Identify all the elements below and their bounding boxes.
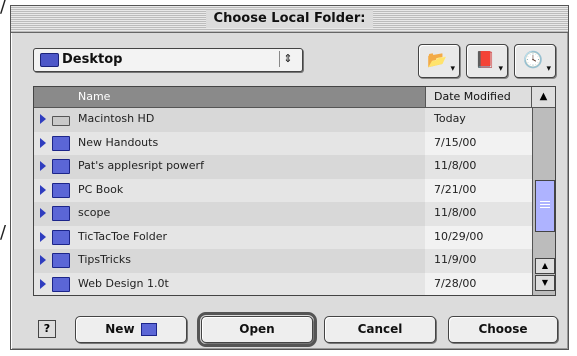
item-name: Web Design 1.0t: [78, 276, 169, 290]
popup-arrows-icon: ⇕: [279, 51, 296, 67]
column-header-name-label: Name: [78, 90, 111, 103]
column-header-date-label: Date Modified: [434, 90, 511, 103]
folder-shortcuts-button[interactable]: 📂 ▾: [418, 44, 460, 78]
folder-icon: [52, 182, 70, 198]
open-button[interactable]: Open: [197, 312, 317, 347]
item-name: TipsTricks: [78, 253, 131, 266]
item-date: 7/21/00: [434, 182, 477, 196]
folder-icon: [52, 206, 70, 221]
help-button[interactable]: ?: [38, 320, 56, 338]
disclosure-triangle-icon[interactable]: [40, 137, 46, 148]
disclosure-triangle-icon[interactable]: [40, 161, 46, 171]
disclosure-triangle-icon[interactable]: [40, 278, 46, 289]
cancel-button[interactable]: Cancel: [324, 316, 436, 343]
item-name: Macintosh HD: [78, 112, 155, 125]
item-date: 7/28/00: [434, 276, 477, 290]
column-header-date[interactable]: Date Modified: [426, 87, 532, 108]
scroll-up-arrow[interactable]: ▲: [535, 258, 555, 274]
location-popup[interactable]: Desktop ⇕: [33, 48, 303, 72]
title-bar[interactable]: Choose Local Folder:: [11, 6, 568, 33]
disclosure-triangle-icon[interactable]: [40, 255, 46, 265]
item-name: New Handouts: [78, 135, 159, 149]
folder-icon: [140, 323, 157, 336]
column-header-name[interactable]: Name: [34, 87, 426, 108]
item-name: TicTacToe Folder: [78, 229, 168, 243]
edge-mark: /: [0, 0, 7, 17]
sort-direction-button[interactable]: ▲: [532, 87, 555, 108]
disclosure-triangle-icon[interactable]: [40, 184, 46, 195]
item-name: PC Book: [78, 182, 124, 196]
favorites-icon: 📕: [475, 50, 495, 69]
list-item[interactable]: New Handouts 7/15/00: [34, 131, 532, 155]
cancel-button-label: Cancel: [357, 322, 403, 336]
folder-icon: [52, 276, 70, 292]
item-date: 7/15/00: [434, 135, 477, 149]
choose-button-label: Choose: [478, 322, 528, 336]
folder-icon: 📂: [427, 50, 447, 69]
folder-icon: [52, 159, 70, 174]
disclosure-triangle-icon[interactable]: [40, 114, 46, 124]
list-item[interactable]: scope 11/8/00: [34, 202, 532, 226]
chevron-down-icon: ▾: [546, 64, 551, 74]
scroll-down-arrow[interactable]: ▼: [535, 275, 555, 291]
list-item[interactable]: Pat's applesript powerf 11/8/00: [34, 155, 532, 179]
chevron-down-icon: ▾: [498, 64, 503, 74]
item-date: 11/8/00: [434, 159, 477, 172]
edge-mark: /: [0, 222, 7, 243]
desktop-icon: [40, 53, 59, 67]
item-name: scope: [78, 206, 111, 219]
scroll-thumb[interactable]: [535, 180, 555, 232]
item-date: 11/8/00: [434, 206, 477, 219]
vertical-scrollbar[interactable]: ▲ ▼: [532, 108, 555, 295]
list-item[interactable]: PC Book 7/21/00: [34, 178, 532, 202]
clock-icon: 🕓: [523, 50, 543, 69]
disclosure-triangle-icon[interactable]: [40, 208, 46, 218]
item-date: 10/29/00: [434, 229, 484, 243]
file-list[interactable]: Name Date Modified ▲ Macintosh HD Today …: [33, 86, 556, 296]
folder-icon: [52, 229, 70, 245]
choose-button[interactable]: Choose: [448, 316, 558, 343]
favorites-button[interactable]: 📕 ▾: [466, 44, 508, 78]
dialog-title: Choose Local Folder:: [205, 10, 374, 28]
location-popup-label: Desktop: [62, 52, 123, 67]
recent-button[interactable]: 🕓 ▾: [514, 44, 556, 78]
item-date: Today: [434, 112, 466, 125]
choose-folder-dialog: Choose Local Folder: Desktop ⇕ 📂 ▾ 📕 ▾ 🕓…: [10, 5, 569, 350]
new-button-label: New: [105, 322, 135, 336]
list-item[interactable]: Web Design 1.0t 7/28/00: [34, 272, 532, 295]
new-folder-button[interactable]: New: [75, 316, 187, 343]
open-button-label: Open: [239, 322, 275, 336]
hard-disk-icon: [52, 116, 70, 126]
chevron-down-icon: ▾: [450, 64, 455, 74]
folder-icon: [52, 253, 70, 268]
file-rows: Macintosh HD Today New Handouts 7/15/00 …: [34, 108, 532, 295]
list-item[interactable]: TipsTricks 11/9/00: [34, 249, 532, 273]
folder-icon: [52, 135, 70, 151]
item-date: 11/9/00: [434, 253, 477, 266]
list-item[interactable]: Macintosh HD Today: [34, 108, 532, 132]
disclosure-triangle-icon[interactable]: [40, 231, 46, 242]
list-item[interactable]: TicTacToe Folder 10/29/00: [34, 225, 532, 249]
item-name: Pat's applesript powerf: [78, 159, 204, 172]
